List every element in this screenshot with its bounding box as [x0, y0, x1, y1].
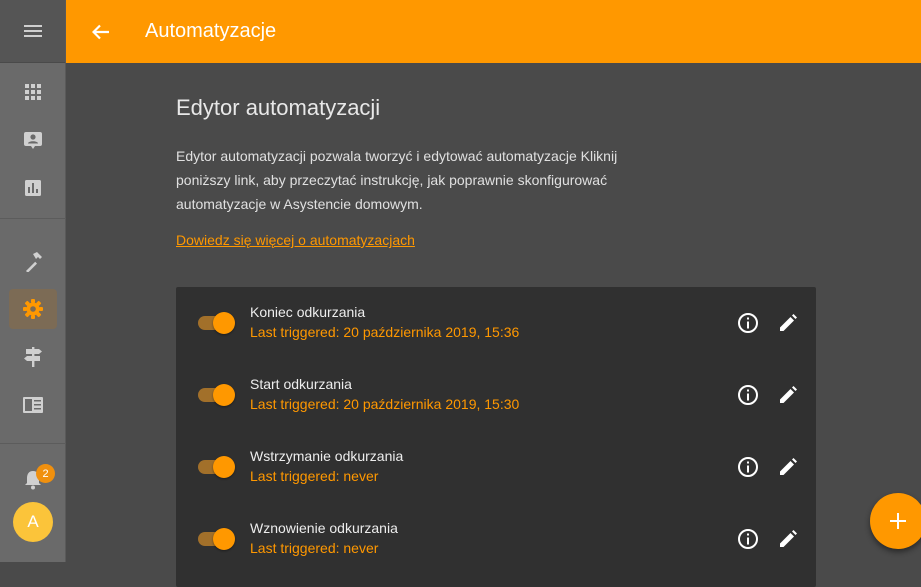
- sidebar-divider: [0, 443, 66, 444]
- intro-text: Edytor automatyzacji pozwala tworzyć i e…: [176, 148, 618, 212]
- last-triggered: Last triggered: never: [250, 540, 379, 556]
- sidebar-item-logbook[interactable]: [9, 120, 57, 160]
- automation-name: Start odkurzania: [250, 376, 352, 392]
- info-button[interactable]: [736, 527, 760, 551]
- info-button[interactable]: [736, 455, 760, 479]
- info-icon: [738, 385, 758, 405]
- sidebar-item-history[interactable]: [9, 168, 57, 208]
- add-automation-button[interactable]: [870, 493, 921, 549]
- arrow-left-icon: [92, 24, 109, 39]
- last-triggered: Last triggered: 20 października 2019, 15…: [250, 396, 520, 412]
- hammer-icon: [25, 252, 42, 272]
- edit-button[interactable]: [776, 383, 800, 407]
- learn-more-link[interactable]: Dowiedz się więcej o automatyzacjach: [176, 232, 415, 248]
- info-icon: [738, 313, 758, 333]
- avatar[interactable]: A: [13, 502, 53, 542]
- pencil-icon: [780, 530, 797, 547]
- pencil-icon: [780, 458, 797, 475]
- list-item[interactable]: Wstrzymanie odkurzania Last triggered: n…: [176, 431, 816, 503]
- edit-button[interactable]: [776, 311, 800, 335]
- info-icon: [738, 457, 758, 477]
- main-content: Edytor automatyzacji Edytor automatyzacj…: [66, 63, 921, 587]
- book-icon: [23, 397, 43, 413]
- automation-name: Wznowienie odkurzania: [250, 520, 398, 536]
- apps-grid-icon: [25, 84, 41, 100]
- gear-icon: [23, 299, 43, 319]
- contact-card-icon: [24, 132, 42, 149]
- signpost-icon: [24, 347, 42, 367]
- sidebar-divider: [0, 218, 66, 219]
- sidebar-item-developer-tools[interactable]: [9, 241, 57, 281]
- menu-button[interactable]: [0, 0, 65, 63]
- automation-name: Koniec odkurzania: [250, 304, 366, 320]
- enable-toggle[interactable]: [198, 312, 235, 334]
- page-title: Automatyzacje: [145, 20, 277, 42]
- notification-count-badge: 2: [36, 464, 55, 483]
- last-triggered: Last triggered: 20 października 2019, 15…: [250, 324, 520, 340]
- chart-icon: [25, 180, 41, 196]
- edit-button[interactable]: [776, 527, 800, 551]
- info-button[interactable]: [736, 311, 760, 335]
- sidebar-item-overview[interactable]: [9, 72, 57, 112]
- info-button[interactable]: [736, 383, 760, 407]
- enable-toggle[interactable]: [198, 528, 235, 550]
- sidebar-item-guide[interactable]: [9, 385, 57, 425]
- pencil-icon: [780, 386, 797, 403]
- info-icon: [738, 529, 758, 549]
- list-item[interactable]: Start odkurzania Last triggered: 20 paźd…: [176, 359, 816, 431]
- enable-toggle[interactable]: [198, 456, 235, 478]
- enable-toggle[interactable]: [198, 384, 235, 406]
- list-item[interactable]: Wznowienie odkurzania Last triggered: ne…: [176, 503, 816, 575]
- back-button[interactable]: [81, 12, 121, 52]
- sidebar: 2 A: [0, 0, 66, 562]
- pencil-icon: [780, 314, 797, 331]
- sidebar-item-map[interactable]: [9, 337, 57, 377]
- automation-list: Koniec odkurzania Last triggered: 20 paź…: [176, 287, 816, 587]
- plus-icon: [890, 513, 906, 529]
- app-toolbar: Automatyzacje: [66, 0, 921, 63]
- menu-icon: [23, 25, 42, 37]
- list-item[interactable]: Koniec odkurzania Last triggered: 20 paź…: [176, 287, 816, 359]
- sidebar-item-configuration[interactable]: [9, 289, 57, 329]
- edit-button[interactable]: [776, 455, 800, 479]
- automation-name: Wstrzymanie odkurzania: [250, 448, 404, 464]
- section-heading: Edytor automatyzacji: [176, 95, 381, 120]
- last-triggered: Last triggered: never: [250, 468, 379, 484]
